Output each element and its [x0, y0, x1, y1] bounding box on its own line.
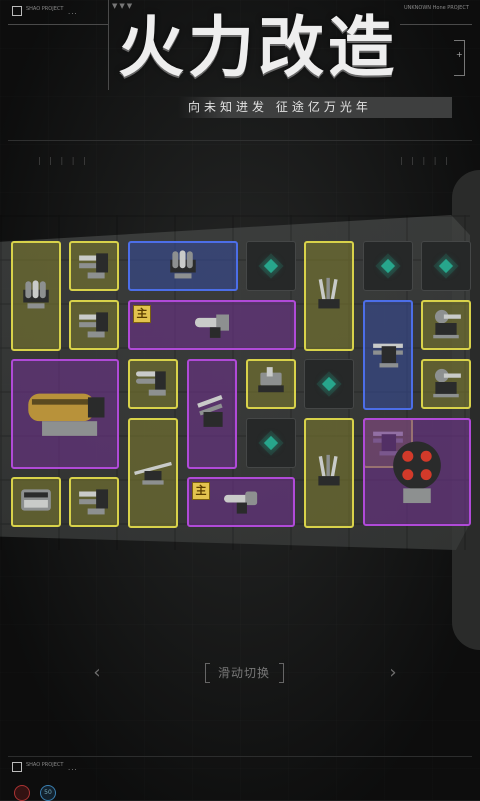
- hud-tiny-text-bottom: SHAO PROJECT: [26, 762, 64, 768]
- slot-empty-3[interactable]: [421, 241, 471, 291]
- heavy-turret-icon: [425, 302, 468, 349]
- slot-empty-2[interactable]: [363, 241, 413, 291]
- subtitle: 向未知进发 征途亿万光年: [188, 100, 372, 114]
- twin-cannon-icon: [73, 302, 116, 349]
- page-title: 火力改造: [118, 9, 398, 86]
- heavy-cannon-icon: [19, 366, 111, 462]
- main-weapon-badge: 主: [192, 482, 210, 500]
- hud-line: [8, 24, 108, 25]
- slot-empty-1[interactable]: [246, 241, 296, 291]
- deco-ticks-right: | | | | |: [400, 156, 451, 165]
- slot-mortar[interactable]: [246, 359, 296, 409]
- hud-dots-bottom: ...: [68, 764, 78, 772]
- slot-heavy-turret-a[interactable]: [421, 300, 471, 350]
- twin-cannon-icon: [73, 243, 116, 290]
- slot-rocket-pod-blue[interactable]: [128, 241, 238, 291]
- slot-empty-4[interactable]: [304, 359, 354, 409]
- hud-dots-left: ...: [68, 8, 78, 16]
- hud-marker-icon-bottom: [12, 762, 22, 772]
- hud-vline: [108, 0, 109, 90]
- slot-twin-turret-blue[interactable]: [363, 300, 413, 410]
- railgun-icon: [220, 479, 263, 526]
- slot-rotary-launcher[interactable]: [363, 418, 471, 526]
- engine-block-icon: [15, 479, 58, 526]
- slot-missile-rack-a[interactable]: [304, 241, 354, 351]
- swipe-bracket-right: [279, 663, 284, 683]
- missile-rack-icon: [308, 450, 351, 497]
- slot-twin-cannon-b[interactable]: [69, 300, 119, 350]
- next-arrow-icon[interactable]: ›: [384, 662, 402, 684]
- mortar-icon: [250, 361, 293, 408]
- slot-missile-rack-b[interactable]: [304, 418, 354, 528]
- hud-marker-icon: [12, 6, 22, 16]
- heavy-turret-icon: [425, 361, 468, 408]
- artillery-icon: [191, 391, 234, 438]
- twin-barrel-icon: [132, 361, 175, 408]
- slot-long-rifle[interactable]: [128, 418, 178, 528]
- slot-twin-cannon-a[interactable]: [69, 241, 119, 291]
- hud-tiny-text-left: SHAO PROJECT: [26, 6, 64, 12]
- rocket-pod-icon: [162, 243, 205, 290]
- slot-main-railgun[interactable]: 主: [187, 477, 295, 527]
- long-rifle-icon: [132, 450, 175, 497]
- twin-cannon-icon: [73, 479, 116, 526]
- slot-main-gatling[interactable]: 主: [128, 300, 296, 350]
- hud-divider-bottom: [8, 756, 472, 757]
- badge-50-button[interactable]: 50: [40, 785, 56, 801]
- slot-twin-barrel[interactable]: [128, 359, 178, 409]
- slot-twin-cannon-c[interactable]: [69, 477, 119, 527]
- hud-divider: [8, 140, 472, 141]
- slot-rocket-pod[interactable]: [11, 241, 61, 351]
- record-button-icon[interactable]: [14, 785, 30, 801]
- slot-artillery[interactable]: [187, 359, 237, 469]
- twin-turret-icon: [367, 332, 410, 379]
- rotary-launcher-icon: [371, 424, 463, 520]
- rocket-pod-icon: [15, 273, 58, 320]
- missile-rack-icon: [308, 273, 351, 320]
- slot-engine-block[interactable]: [11, 477, 61, 527]
- gatling-cannon-icon: [191, 302, 234, 349]
- main-weapon-badge: 主: [133, 305, 151, 323]
- plus-icon: +: [456, 50, 463, 59]
- swipe-switch-label[interactable]: 滑动切换: [205, 663, 283, 683]
- slot-heavy-turret-b[interactable]: [421, 359, 471, 409]
- slot-heavy-cannon[interactable]: [11, 359, 119, 469]
- slot-empty-5[interactable]: [246, 418, 296, 468]
- deco-ticks-left: | | | | |: [38, 156, 89, 165]
- prev-arrow-icon[interactable]: ‹: [88, 662, 106, 684]
